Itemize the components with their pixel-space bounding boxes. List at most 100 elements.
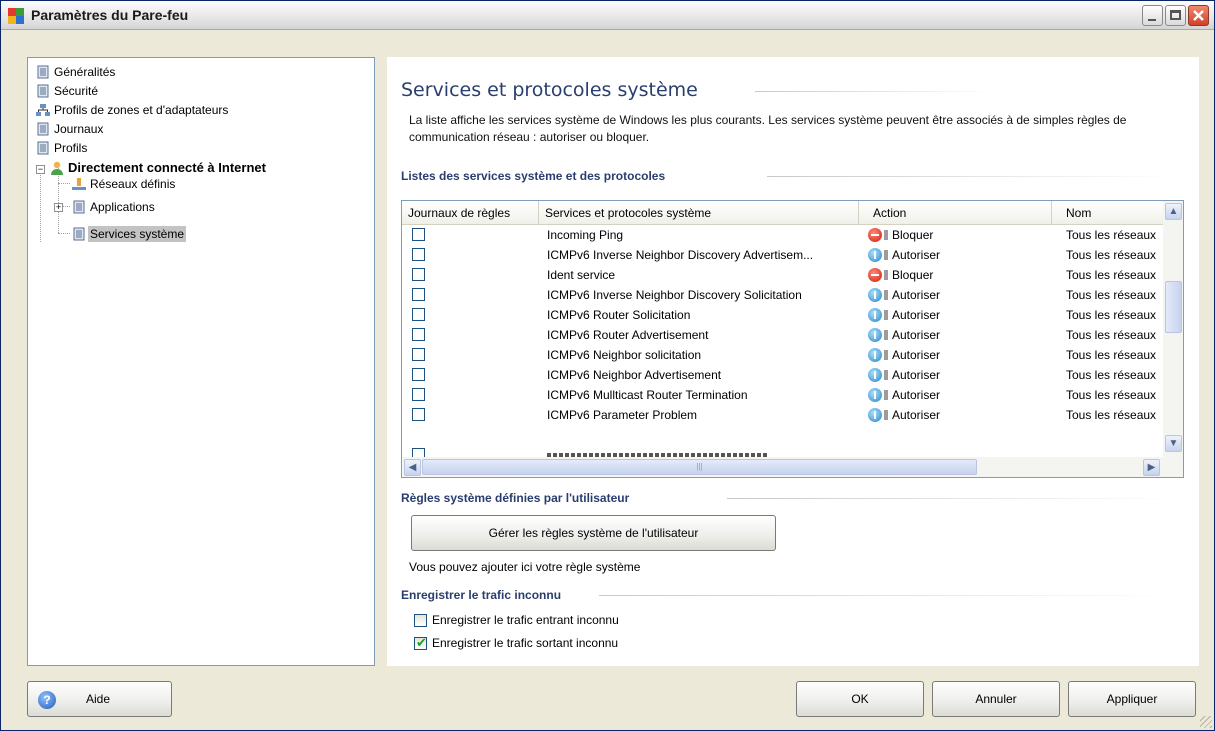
name-cell: Tous les réseaux bbox=[1066, 288, 1157, 302]
action-cell[interactable]: Autoriser bbox=[892, 248, 1042, 262]
tree-item-label: Sécurité bbox=[54, 84, 99, 98]
apply-button[interactable]: Appliquer bbox=[1068, 681, 1196, 717]
log-checkbox[interactable] bbox=[412, 408, 425, 421]
table-row[interactable]: ICMPv6 Neighbor Advertisement Autoriser To… bbox=[402, 365, 1162, 385]
firewall-app-icon bbox=[8, 8, 24, 24]
action-cell[interactable]: Autoriser bbox=[892, 368, 1042, 382]
action-cell[interactable]: Autoriser bbox=[892, 408, 1042, 422]
horizontal-scroll-thumb[interactable]: ||| bbox=[422, 459, 977, 475]
action-cell[interactable]: Autoriser bbox=[892, 288, 1042, 302]
section-divider bbox=[767, 176, 1177, 177]
table-row[interactable]: ICMPv6 Inverse Neighbor Discovery Solici… bbox=[402, 285, 1162, 305]
action-cell[interactable]: Bloquer bbox=[892, 268, 1042, 282]
table-row[interactable]: ICMPv6 Inverse Neighbor Discovery Advert… bbox=[402, 245, 1162, 265]
action-cell[interactable]: Autoriser bbox=[892, 308, 1042, 322]
log-incoming-checkbox[interactable] bbox=[414, 614, 427, 627]
help-button[interactable]: ? Aide bbox=[27, 681, 172, 717]
log-checkbox[interactable] bbox=[412, 348, 425, 361]
pane-splitter[interactable] bbox=[375, 57, 387, 666]
log-checkbox[interactable] bbox=[412, 268, 425, 281]
action-flag-icon bbox=[884, 370, 888, 380]
block-icon bbox=[868, 268, 882, 282]
name-cell: Tous les réseaux bbox=[1066, 328, 1157, 342]
log-checkbox[interactable] bbox=[412, 288, 425, 301]
action-flag-icon bbox=[884, 350, 888, 360]
allow-icon bbox=[868, 248, 882, 262]
log-checkbox[interactable] bbox=[412, 328, 425, 341]
scroll-down-button[interactable]: ▼ bbox=[1165, 435, 1182, 452]
action-cell[interactable]: Autoriser bbox=[892, 388, 1042, 402]
log-checkbox[interactable] bbox=[412, 228, 425, 241]
log-checkbox[interactable] bbox=[412, 308, 425, 321]
log-outgoing-checkbox[interactable]: ✔ bbox=[414, 635, 427, 650]
services-table[interactable]: Journaux de règles Services et protocole… bbox=[401, 200, 1184, 478]
action-flag-icon bbox=[884, 390, 888, 400]
network-icon bbox=[36, 104, 50, 116]
table-row[interactable]: Ident service Bloquer Tous les réseaux bbox=[402, 265, 1162, 285]
action-cell[interactable]: Autoriser bbox=[892, 348, 1042, 362]
maximize-button[interactable] bbox=[1165, 5, 1186, 26]
scroll-up-button[interactable]: ▲ bbox=[1165, 203, 1182, 220]
column-header-action[interactable]: Action bbox=[859, 201, 1052, 225]
expand-toggle[interactable]: + bbox=[54, 203, 63, 212]
table-row[interactable]: ICMPv6 Mullticast Router Termination Auto… bbox=[402, 385, 1162, 405]
table-row[interactable]: ICMPv6 Router Advertisement Autoriser Tous… bbox=[402, 325, 1162, 345]
log-checkbox[interactable] bbox=[412, 388, 425, 401]
network-icon bbox=[72, 178, 86, 190]
block-icon bbox=[868, 228, 882, 242]
column-header-services[interactable]: Services et protocoles système bbox=[539, 201, 859, 225]
manage-user-rules-button[interactable]: Gérer les règles système de l'utilisateu… bbox=[411, 515, 776, 551]
tree-item-label: Directement connecté à Internet bbox=[68, 160, 266, 175]
action-flag-icon bbox=[884, 270, 888, 280]
action-cell[interactable]: Bloquer bbox=[892, 228, 1042, 242]
table-row[interactable]: ICMPv6 Parameter Problem Autoriser Tous le… bbox=[402, 405, 1162, 425]
scroll-left-button[interactable]: ◀ bbox=[404, 459, 421, 476]
scroll-right-button[interactable]: ▶ bbox=[1143, 459, 1160, 476]
name-cell: Tous les réseaux bbox=[1066, 348, 1157, 362]
name-cell: Tous les réseaux bbox=[1066, 248, 1157, 262]
cancel-button[interactable]: Annuler bbox=[932, 681, 1060, 717]
tree-item-label: Généralités bbox=[54, 65, 116, 79]
allow-icon bbox=[868, 368, 882, 382]
name-cell: Tous les réseaux bbox=[1066, 308, 1157, 322]
title-bar[interactable]: Paramètres du Pare-feu bbox=[1, 1, 1214, 30]
resize-grip[interactable] bbox=[1200, 716, 1212, 728]
name-cell: Tous les réseaux bbox=[1066, 408, 1157, 422]
section-title-user-rules: Règles système définies par l'utilisateu… bbox=[401, 491, 630, 505]
tree-item-label: Applications bbox=[90, 200, 155, 214]
action-flag-icon bbox=[884, 250, 888, 260]
action-flag-icon bbox=[884, 410, 888, 420]
log-checkbox[interactable] bbox=[412, 368, 425, 381]
horizontal-scrollbar[interactable]: ◀ ||| ▶ bbox=[402, 457, 1183, 477]
collapse-toggle[interactable]: − bbox=[36, 165, 45, 174]
table-row[interactable]: ICMPv6 Neighbor solicitation Autoriser Tou… bbox=[402, 345, 1162, 365]
user-icon bbox=[51, 161, 63, 175]
column-header-journaux[interactable]: Journaux de règles bbox=[402, 201, 539, 225]
settings-tree[interactable]: Généralités Sécurité Profils de zones et… bbox=[27, 57, 375, 666]
close-button[interactable] bbox=[1188, 5, 1209, 26]
minimize-icon bbox=[1148, 19, 1156, 21]
window-title: Paramètres du Pare-feu bbox=[31, 7, 189, 23]
log-checkbox[interactable] bbox=[412, 248, 425, 261]
user-rules-hint: Vous pouvez ajouter ici votre règle syst… bbox=[409, 560, 641, 574]
column-header-nom[interactable]: Nom bbox=[1052, 201, 1163, 225]
service-cell: ICMPv6 Neighbor Advertisement bbox=[547, 368, 722, 382]
vertical-scroll-thumb[interactable] bbox=[1165, 281, 1182, 333]
action-cell[interactable]: Autoriser bbox=[892, 328, 1042, 342]
log-outgoing-label[interactable]: Enregistrer le trafic sortant inconnu bbox=[432, 636, 618, 650]
title-divider bbox=[755, 91, 995, 92]
vertical-scrollbar[interactable]: ▲ ▼ bbox=[1163, 201, 1183, 457]
document-icon bbox=[37, 65, 49, 79]
tree-item-label: Journaux bbox=[54, 122, 104, 136]
firewall-settings-window: Paramètres du Pare-feu Généralités Sécur… bbox=[0, 0, 1215, 731]
ok-button[interactable]: OK bbox=[796, 681, 924, 717]
table-row[interactable]: Incoming Ping Bloquer Tous les réseaux bbox=[402, 225, 1162, 245]
section-divider bbox=[599, 595, 1177, 596]
allow-icon bbox=[868, 288, 882, 302]
tree-item-label: Services système bbox=[88, 226, 187, 242]
maximize-icon bbox=[1170, 10, 1181, 20]
table-row[interactable]: ICMPv6 Router Solicitation Autoriser Tous … bbox=[402, 305, 1162, 325]
log-incoming-label[interactable]: Enregistrer le trafic entrant inconnu bbox=[432, 613, 619, 627]
checkmark-icon: ✔ bbox=[416, 635, 427, 650]
minimize-button[interactable] bbox=[1142, 5, 1163, 26]
